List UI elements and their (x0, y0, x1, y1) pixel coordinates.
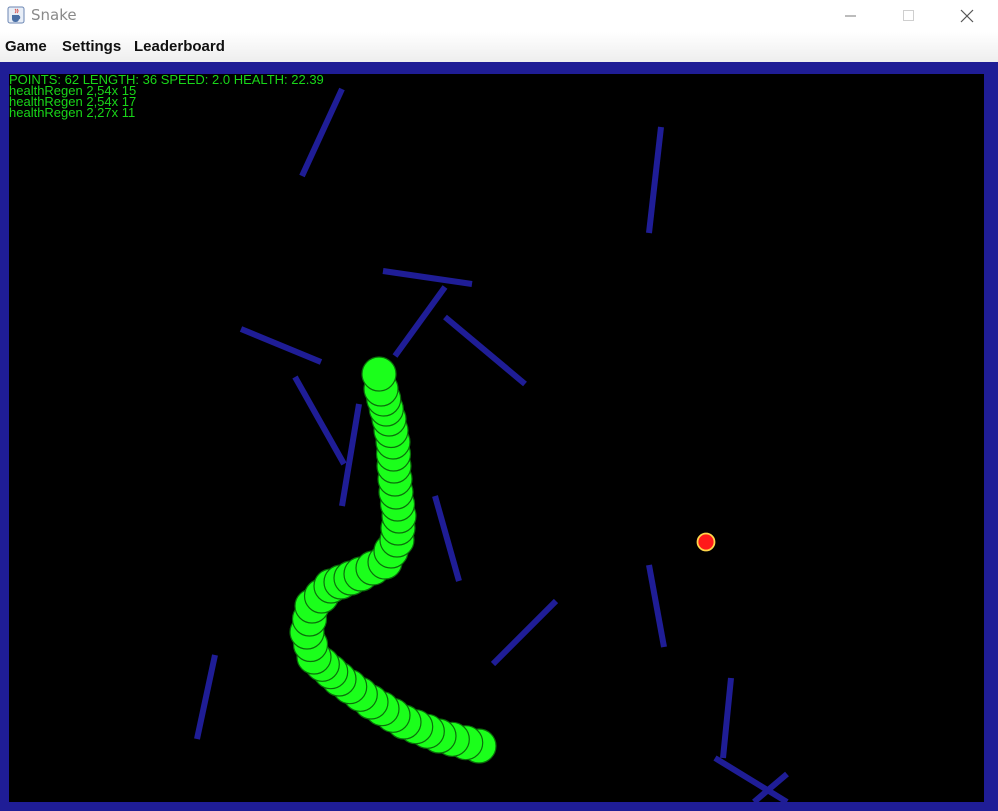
wall-segment (382, 268, 473, 287)
minimize-icon (845, 15, 856, 17)
wall-segment (646, 564, 667, 648)
menu-bar: Game Settings Leaderboard (0, 32, 998, 62)
wall-segment (239, 326, 323, 365)
game-border: POINTS: 62 LENGTH: 36 SPEED: 2.0 HEALTH:… (0, 62, 998, 811)
close-icon (960, 9, 974, 23)
wall-segment (490, 598, 559, 667)
menu-leaderboard[interactable]: Leaderboard (134, 38, 225, 55)
maximize-icon (903, 10, 914, 21)
window-title: Snake (31, 6, 77, 24)
effect-line: healthRegen 2,27x 11 (9, 105, 136, 120)
hud: POINTS: 62 LENGTH: 36 SPEED: 2.0 HEALTH:… (9, 73, 324, 120)
wall-segment (443, 314, 527, 387)
wall-segment (720, 677, 734, 759)
snake-segment (361, 356, 397, 392)
walls (194, 87, 789, 802)
play-field (194, 87, 789, 802)
food-pellet (696, 532, 716, 552)
wall-segment (432, 495, 462, 582)
title-bar: Snake (0, 0, 998, 32)
maximize-button[interactable] (880, 0, 938, 32)
menu-settings[interactable]: Settings (62, 38, 121, 55)
wall-segment (194, 654, 218, 740)
wall-segment (292, 375, 347, 466)
minimize-button[interactable] (822, 0, 880, 32)
java-cup-icon (7, 6, 25, 24)
wall-segment (646, 126, 664, 234)
wall-segment (339, 403, 362, 507)
game-board[interactable]: POINTS: 62 LENGTH: 36 SPEED: 2.0 HEALTH:… (9, 73, 984, 802)
close-button[interactable] (938, 0, 996, 32)
menu-game[interactable]: Game (5, 38, 47, 55)
wall-segment (392, 285, 448, 358)
